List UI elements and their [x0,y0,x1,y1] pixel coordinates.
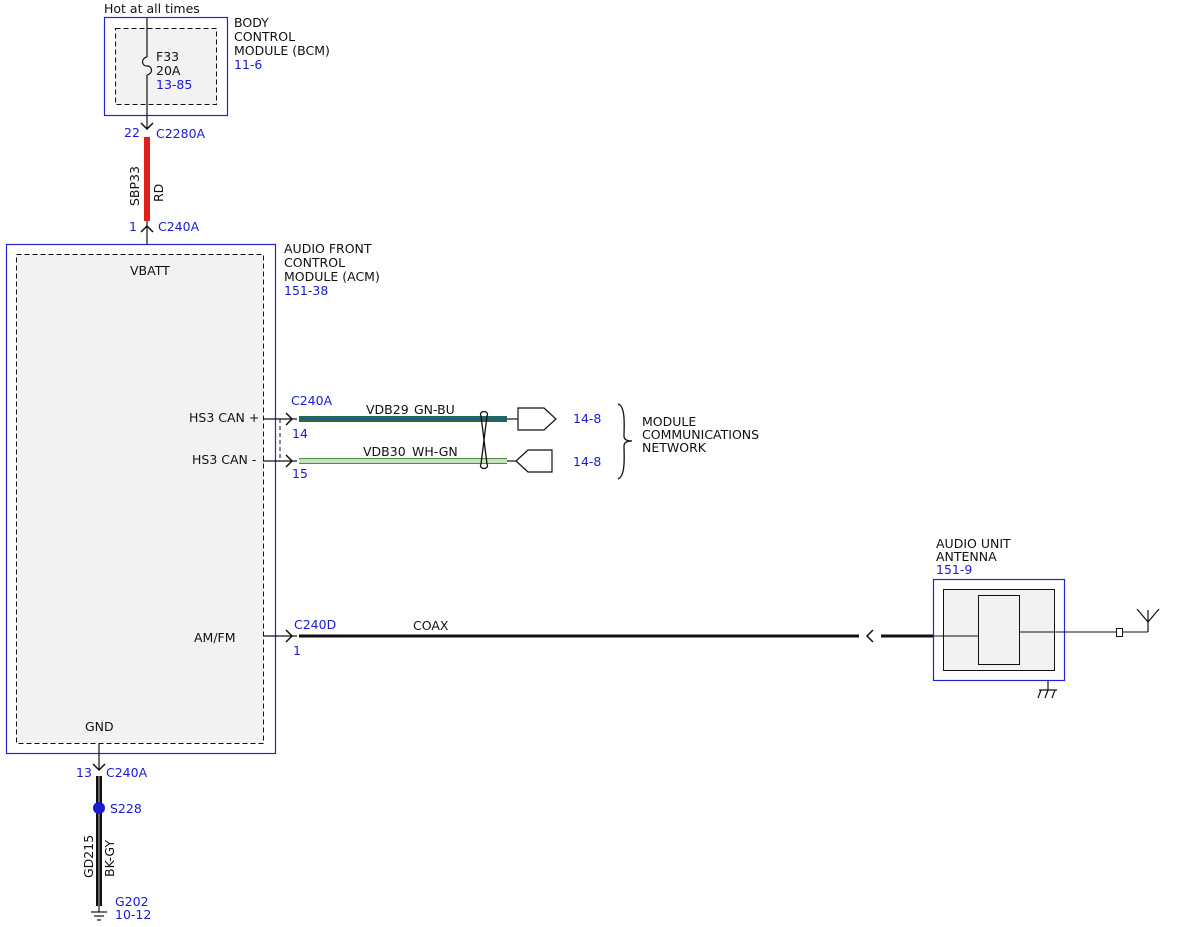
c240d-label[interactable]: C240D [294,617,336,632]
power-label: Hot at all times [104,1,200,16]
c240a-gnd-pin: 13 [76,765,92,780]
wire-sbp33-circuit: SBP33 [127,166,142,206]
can-minus-pin: 15 [292,466,308,481]
acm-name-line-1: AUDIO FRONT [284,241,372,256]
network-brace [617,403,633,480]
wiring-diagram: Hot at all times BODY CONTROL MODULE (BC… [5,1,1160,922]
fuse-name: F33 [156,49,179,64]
can-plus-ref[interactable]: 14-8 [573,411,601,426]
connector-antenna-symbol [865,629,874,643]
splice-s228[interactable] [93,802,105,814]
c240a-vbatt-pin: 1 [129,219,137,234]
antenna-base-symbol [1116,628,1123,637]
acm-name-line-3: MODULE (ACM) [284,269,380,284]
c2280a-label[interactable]: C2280A [156,126,206,141]
ground-g202-icon [91,906,107,921]
can-connector-label[interactable]: C240A [291,393,333,408]
wire-gd215-circuit: GD215 [81,835,96,878]
splice-s228-label[interactable]: S228 [110,801,142,816]
bcm-ref[interactable]: 11-6 [234,57,262,72]
can-plus-ref-flag[interactable] [517,407,557,431]
acm-module[interactable] [5,243,277,755]
acm-inner-box [16,254,264,744]
pin-vbatt-label: VBATT [130,263,170,278]
bcm-name-line-1: BODY [234,15,269,30]
pin-hs3-minus-label: HS3 CAN - [192,452,256,467]
can-minus-ref-flag[interactable] [515,449,553,473]
bcm-name-line-3: MODULE (BCM) [234,43,330,58]
antenna-unit[interactable] [932,578,1066,682]
c2280a-pin: 22 [124,125,140,140]
bcm-name-line-2: CONTROL [234,29,295,44]
c240d-pin: 1 [293,643,301,658]
acm-name-line-2: CONTROL [284,255,345,270]
c240a-gnd-label[interactable]: C240A [106,765,148,780]
pin-gnd-label: GND [85,719,114,734]
can-plus-pin: 14 [292,426,308,441]
wire-sbp33-color: RD [151,184,166,202]
wire-vdb30-color: WH-GN [412,444,458,459]
antenna-amplifier [978,595,1020,665]
wire-vdb29-color: GN-BU [414,402,455,417]
fuse-rating: 20A [156,63,181,78]
acm-ref[interactable]: 151-38 [284,283,328,298]
pin-amfm-label: AM/FM [194,630,236,645]
fuse-ref[interactable]: 13-85 [156,77,192,92]
wire-coax-label: COAX [413,618,449,633]
antenna-ref[interactable]: 151-9 [936,562,972,577]
antenna-case-ground-icon [1037,681,1057,699]
antenna-mast-icon [1136,608,1160,632]
ground-g202-ref[interactable]: 10-12 [115,907,151,922]
network-line-3: NETWORK [642,440,707,455]
wire-vdb29-circuit: VDB29 [366,402,409,417]
can-minus-ref[interactable]: 14-8 [573,454,601,469]
pin-hs3-plus-label: HS3 CAN + [189,410,259,425]
c240a-vbatt-label[interactable]: C240A [158,219,200,234]
wire-vdb30-circuit: VDB30 [363,444,406,459]
wire-gd215-color: BK-GY [102,840,117,877]
